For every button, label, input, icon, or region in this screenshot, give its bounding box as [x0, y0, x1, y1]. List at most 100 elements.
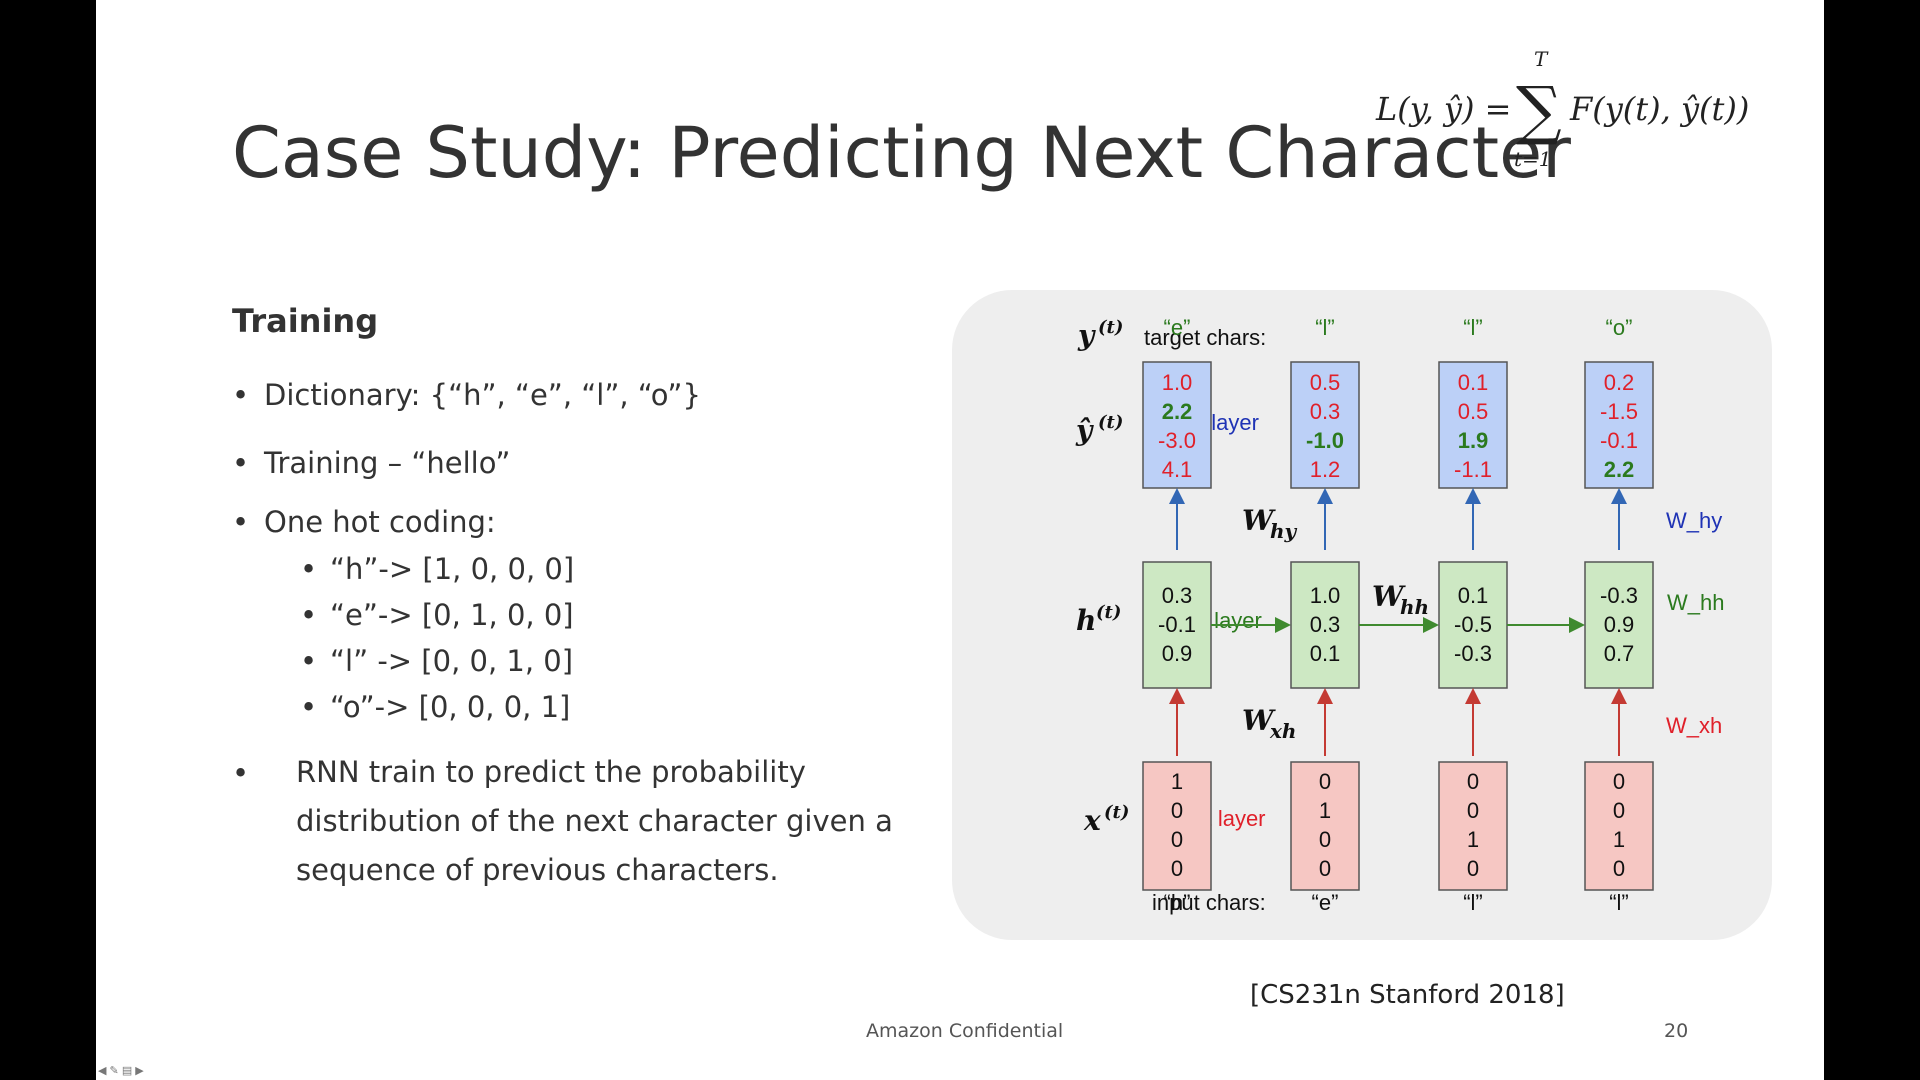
- source-citation: [CS231n Stanford 2018]: [1250, 980, 1565, 1010]
- input-value: 0: [1467, 798, 1479, 823]
- next-slide-icon[interactable]: ▶: [135, 1065, 143, 1077]
- formula-lhs: L(y, ŷ) =: [1375, 90, 1511, 128]
- input-value: 0: [1467, 856, 1479, 881]
- target-char: “e”: [1164, 315, 1191, 340]
- output-value: 0.5: [1458, 399, 1489, 424]
- sub-bullet-dot: •: [300, 598, 318, 632]
- symbol-yhat-sup: (t): [1098, 412, 1123, 433]
- hidden-value: -0.1: [1158, 612, 1196, 637]
- input-value: 0: [1319, 769, 1331, 794]
- output-value: 2.2: [1162, 399, 1193, 424]
- input-value: 0: [1171, 856, 1183, 881]
- formula-sum-upper: T: [1534, 48, 1549, 71]
- menu-icon[interactable]: ▤: [122, 1065, 132, 1077]
- output-value: -1.1: [1454, 457, 1492, 482]
- hidden-value: 0.3: [1162, 583, 1193, 608]
- output-value: 0.2: [1604, 370, 1635, 395]
- formula-sigma: ∑: [1516, 74, 1562, 148]
- weight-wxh-plain: W_xh: [1666, 713, 1722, 738]
- output-value: -3.0: [1158, 428, 1196, 453]
- input-value: 0: [1467, 769, 1479, 794]
- input-value: 0: [1171, 827, 1183, 852]
- sub-bullet-dot: •: [300, 690, 318, 724]
- bullet-dictionary: Dictionary: {“h”, “e”, “l”, “o”}: [264, 378, 701, 412]
- weight-wxh-sub: xh: [1269, 719, 1296, 743]
- weight-whh-sub: hh: [1400, 595, 1429, 619]
- bullet-dot: •: [232, 505, 250, 539]
- hidden-value: 1.0: [1310, 583, 1341, 608]
- hidden-value: 0.3: [1310, 612, 1341, 637]
- input-value: 1: [1319, 798, 1331, 823]
- slide: Case Study: Predicting Next Character L(…: [96, 0, 1824, 1080]
- slide-title: Case Study: Predicting Next Character: [232, 112, 1571, 194]
- rnn-diagram: y (t) ŷ (t) h (t) x (t) target chars: ou…: [952, 290, 1772, 940]
- symbol-x: x: [1083, 804, 1101, 837]
- output-value: 0.3: [1310, 399, 1341, 424]
- sub-bullet-h: “h”-> [1, 0, 0, 0]: [330, 552, 575, 586]
- output-value: 0.5: [1310, 370, 1341, 395]
- hidden-value: 0.1: [1458, 583, 1489, 608]
- input-char: “h”: [1164, 890, 1191, 915]
- formula-sum-lower: t=1: [1514, 147, 1552, 171]
- weight-whh-plain: W_hh: [1667, 590, 1724, 615]
- sub-bullet-e: “e”-> [0, 1, 0, 0]: [330, 598, 574, 632]
- output-value: -0.1: [1600, 428, 1638, 453]
- output-value: 1.9: [1458, 428, 1489, 453]
- footer-confidential: Amazon Confidential: [866, 1020, 1064, 1042]
- weight-why-plain: W_hy: [1666, 508, 1722, 533]
- sub-bullet-o: “o”-> [0, 0, 0, 1]: [330, 690, 571, 724]
- rnn-paragraph: RNN train to predict the probability dis…: [296, 755, 893, 887]
- input-value: 1: [1613, 827, 1625, 852]
- symbol-y-sup: (t): [1098, 317, 1123, 338]
- slide-nav-controls[interactable]: ◀ ✎ ▤ ▶: [98, 1064, 144, 1077]
- bullet-dot: •: [232, 446, 250, 480]
- bullet-one-hot: One hot coding:: [264, 505, 496, 539]
- input-value: 1: [1467, 827, 1479, 852]
- input-value: 0: [1613, 856, 1625, 881]
- input-value: 1: [1171, 769, 1183, 794]
- sub-bullet-dot: •: [300, 552, 318, 586]
- label-target-chars: target chars:: [1144, 325, 1266, 350]
- training-heading: Training: [232, 302, 379, 340]
- weight-why-sub: hy: [1270, 519, 1298, 543]
- output-value: 2.2: [1604, 457, 1635, 482]
- symbol-x-sup: (t): [1104, 802, 1129, 823]
- input-value: 0: [1319, 827, 1331, 852]
- input-char: “e”: [1312, 890, 1339, 915]
- symbol-h: h: [1076, 604, 1096, 637]
- hidden-value: 0.9: [1604, 612, 1635, 637]
- output-value: -1.0: [1306, 428, 1344, 453]
- symbol-yhat: ŷ: [1075, 414, 1094, 447]
- page-number: 20: [1664, 1020, 1689, 1042]
- target-char: “o”: [1606, 315, 1633, 340]
- bullet-dot: •: [232, 756, 250, 790]
- hidden-value: -0.3: [1600, 583, 1638, 608]
- input-value: 0: [1613, 769, 1625, 794]
- pen-icon[interactable]: ✎: [110, 1065, 119, 1077]
- output-value: 0.1: [1458, 370, 1489, 395]
- input-value: 0: [1613, 798, 1625, 823]
- bullet-training: Training – “hello”: [264, 446, 511, 480]
- output-value: -1.5: [1600, 399, 1638, 424]
- sub-bullet-l: “l” -> [0, 0, 1, 0]: [330, 644, 574, 678]
- input-value: 0: [1319, 856, 1331, 881]
- target-char: “l”: [1315, 315, 1335, 340]
- input-char: “l”: [1463, 890, 1483, 915]
- bullet-dot: •: [232, 378, 250, 412]
- prev-slide-icon[interactable]: ◀: [98, 1065, 106, 1077]
- hidden-value: 0.9: [1162, 641, 1193, 666]
- target-char: “l”: [1463, 315, 1483, 340]
- output-value: 1.2: [1310, 457, 1341, 482]
- formula-rhs: F(y(t), ŷ(t)): [1569, 90, 1749, 128]
- hidden-value: 0.1: [1310, 641, 1341, 666]
- input-value: 0: [1171, 798, 1183, 823]
- sub-bullet-dot: •: [300, 644, 318, 678]
- loss-formula: L(y, ŷ) = T ∑ t=1 F(y(t), ŷ(t)): [1375, 48, 1749, 171]
- symbol-y: y: [1077, 319, 1096, 352]
- hidden-value: -0.5: [1454, 612, 1492, 637]
- hidden-value: -0.3: [1454, 641, 1492, 666]
- symbol-h-sup: (t): [1096, 602, 1121, 623]
- input-char: “l”: [1609, 890, 1629, 915]
- hidden-value: 0.7: [1604, 641, 1635, 666]
- output-value: 1.0: [1162, 370, 1193, 395]
